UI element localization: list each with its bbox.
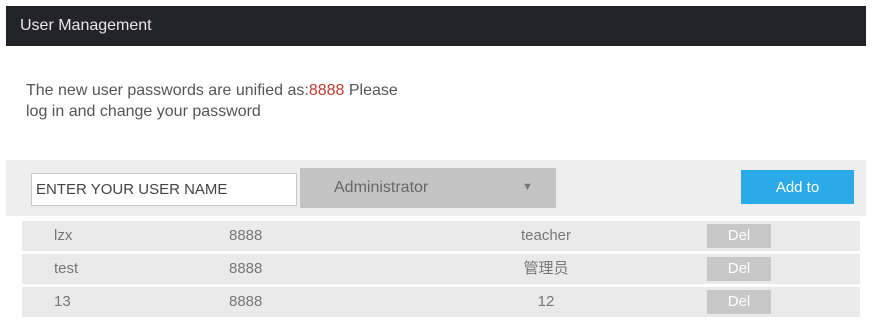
user-password: 8888 [229, 293, 263, 310]
role-select-value: Administrator [334, 179, 429, 196]
notice-text-before: The new user passwords are unified as: [26, 82, 309, 99]
user-password: 8888 [229, 260, 263, 277]
window-titlebar: User Management [6, 6, 866, 46]
chevron-down-icon: ▼ [522, 181, 533, 193]
user-name: 13 [54, 293, 71, 310]
user-name: test [54, 260, 79, 277]
user-list: lzx 8888 teacher Del test 8888 管理员 Del 1… [22, 221, 860, 320]
window-title: User Management [20, 17, 152, 34]
add-user-toolbar: Administrator ▼ Add to [6, 160, 866, 216]
username-input[interactable] [31, 173, 297, 206]
user-password: 8888 [229, 227, 263, 244]
delete-button[interactable]: Del [707, 224, 771, 248]
delete-button[interactable]: Del [707, 257, 771, 281]
role-select[interactable]: Administrator ▼ [300, 168, 556, 208]
table-row: 13 8888 12 Del [22, 287, 860, 317]
delete-button[interactable]: Del [707, 290, 771, 314]
user-role: 12 [537, 293, 555, 310]
table-row: lzx 8888 teacher Del [22, 221, 860, 251]
table-row: test 8888 管理员 Del [22, 254, 860, 284]
user-name: lzx [54, 227, 73, 244]
password-notice: The new user passwords are unified as:88… [26, 80, 406, 122]
default-password: 8888 [308, 82, 345, 99]
user-role: 管理员 [523, 260, 569, 277]
user-role: teacher [520, 227, 572, 244]
add-user-button[interactable]: Add to [741, 170, 854, 204]
